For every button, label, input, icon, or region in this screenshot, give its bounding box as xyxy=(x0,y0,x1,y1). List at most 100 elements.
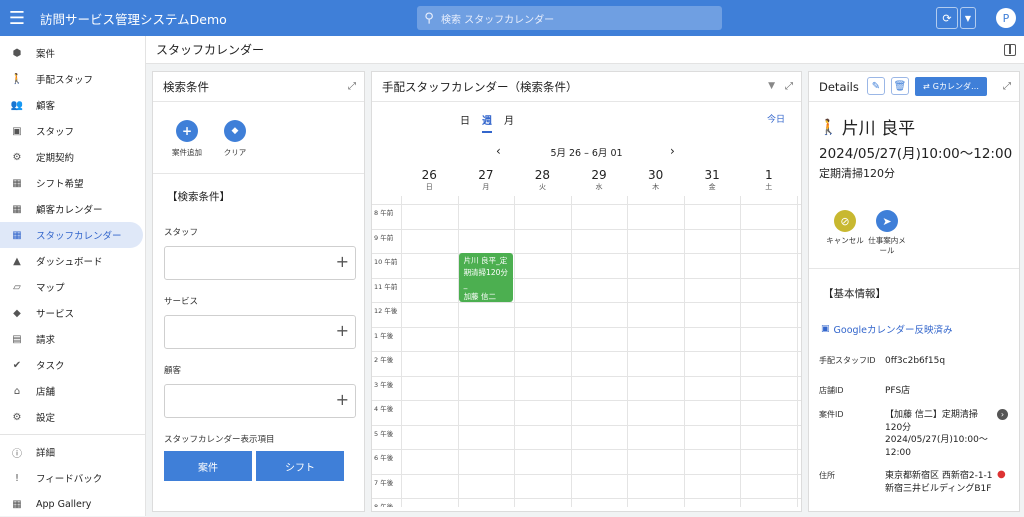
case-id-value[interactable]: 【加藤 信二】定期清掃120分 2024/05/27(月)10:00～12:00 xyxy=(885,409,995,459)
hour-row: 5 午後 xyxy=(372,424,801,450)
sidebar-item[interactable]: ▦ シフト希望 xyxy=(0,170,145,196)
hour-label: 1 午後 xyxy=(374,331,394,340)
edit-icon[interactable]: ✎ xyxy=(867,77,885,95)
expand-icon[interactable]: ⤢ xyxy=(348,81,356,92)
calendar-star-icon: ▦ xyxy=(12,177,22,189)
sidebar-item[interactable]: ▣ スタッフ xyxy=(0,118,145,144)
day-header-row: 26 日 27 月 28 火 29 水 30 木 31 金 1 土 xyxy=(401,168,797,192)
add-customer-icon[interactable]: + xyxy=(336,390,349,409)
sidebar-item[interactable]: ⚙ 設定 xyxy=(0,404,145,430)
job-mail-button[interactable]: ➤ 仕事案内メール xyxy=(857,210,917,256)
section-heading: 【検索条件】 xyxy=(167,191,230,203)
avatar[interactable]: P xyxy=(996,8,1016,28)
staff-field[interactable]: + xyxy=(164,246,356,280)
details-panel: Details ✎ 🗑 ⇄ Gカレンダ… ⤢ 🚶 片川 良平 2024/05/2… xyxy=(808,71,1020,512)
case-toggle-button[interactable]: 案件 xyxy=(164,451,252,481)
filter-icon[interactable]: ▼ xyxy=(768,81,775,91)
date-range: 5月 26 – 6月 01 xyxy=(550,148,623,159)
day-header[interactable]: 26 日 xyxy=(401,168,458,192)
sidebar-item[interactable]: ⬢ 案件 xyxy=(0,40,145,66)
feedback-icon: ! xyxy=(14,472,19,484)
cube-icon: ⬢ xyxy=(12,47,22,59)
top-app-bar: ☰ 訪問サービス管理システムDemo ⚲ 検索 スタッフカレンダー ⟳ ▼ P xyxy=(0,0,1024,36)
delete-icon[interactable]: 🗑 xyxy=(891,77,909,95)
add-service-icon[interactable]: + xyxy=(336,321,349,340)
sidebar: ⬢ 案件 🚶 手配スタッフ 👥 顧客 ▣ スタッフ ⚙ 定期契約 ▦ シフト希望 ▦ 顧客カレンダー ▦ スタ… xyxy=(0,36,146,516)
prev-week-icon[interactable]: ‹ xyxy=(496,144,501,158)
sidebar-item[interactable]: ⌂ 店舗 xyxy=(0,378,145,404)
customer-field[interactable]: + xyxy=(164,384,356,418)
page-header: スタッフカレンダー xyxy=(146,36,1024,64)
service-field[interactable]: + xyxy=(164,315,356,349)
store-id-key: 店舗ID xyxy=(819,386,844,395)
day-header[interactable]: 29 水 xyxy=(571,168,628,192)
add-case-button[interactable]: + 案件追加 xyxy=(163,120,211,158)
address-value: 東京都新宿区 西新宿2-1-1 新宿三井ビルディングB1F xyxy=(885,471,993,494)
cancel-icon: ⊘ xyxy=(834,210,856,232)
sync-arrows-icon: ⇄ xyxy=(923,82,930,91)
day-header[interactable]: 30 木 xyxy=(627,168,684,192)
sidebar-item[interactable]: ⓘ 詳細 xyxy=(0,439,145,465)
sidebar-item[interactable]: ⚙ 定期契約 xyxy=(0,144,145,170)
clear-button[interactable]: ◆ クリア xyxy=(211,120,259,158)
day-header[interactable]: 28 火 xyxy=(514,168,571,192)
map-icon: ▱ xyxy=(13,281,21,293)
sidebar-item[interactable]: ▦ 顧客カレンダー xyxy=(0,196,145,222)
day-number: 26 xyxy=(421,168,437,182)
day-column-line xyxy=(627,196,629,507)
tab-0[interactable]: 日 xyxy=(460,112,470,133)
event-text: 加藤 信二 xyxy=(463,292,496,301)
calendar-event[interactable]: 片川 良平_定 期清掃120分_ 加藤 信二 xyxy=(458,253,514,302)
search-placeholder: 検索 スタッフカレンダー xyxy=(441,14,555,26)
sidebar-item[interactable]: ! フィードバック xyxy=(0,465,145,491)
expand-icon[interactable]: ⤢ xyxy=(1003,81,1011,92)
sidebar-item-label: 設定 xyxy=(36,413,56,424)
sidebar-item[interactable]: 👥 顧客 xyxy=(0,92,145,118)
event-text: 片川 良平_定 xyxy=(463,256,508,265)
layout-toggle-icon[interactable] xyxy=(1004,44,1016,56)
bike-icon: ⚙ xyxy=(12,151,22,163)
chevron-right-icon[interactable]: › xyxy=(997,409,1008,420)
search-input[interactable]: ⚲ 検索 スタッフカレンダー xyxy=(417,6,722,30)
google-calendar-button[interactable]: ⇄ Gカレンダ… xyxy=(915,77,987,96)
hamburger-menu-icon[interactable]: ☰ xyxy=(0,0,34,36)
next-week-icon[interactable]: › xyxy=(670,144,675,158)
day-header[interactable]: 31 金 xyxy=(684,168,741,192)
tab-2[interactable]: 月 xyxy=(504,112,514,133)
hour-row: 4 午後 xyxy=(372,400,801,425)
hour-row: 9 午前 xyxy=(372,228,801,254)
shift-toggle-button[interactable]: シフト xyxy=(256,451,344,481)
day-weekday: 土 xyxy=(765,183,773,191)
day-header[interactable]: 27 月 xyxy=(458,168,515,192)
tab-1[interactable]: 週 xyxy=(482,112,492,133)
store-icon: ⌂ xyxy=(13,385,21,397)
tag-icon: ◆ xyxy=(13,307,21,319)
time-grid[interactable]: 8 午前 9 午前 10 午前 11 午前 12 午後 1 午後 2 午後 3 午後 4 午後 5… xyxy=(372,196,801,507)
day-column-line xyxy=(797,196,798,507)
sidebar-item[interactable]: ◆ サービス xyxy=(0,300,145,326)
map-pin-icon[interactable]: ● xyxy=(997,469,1006,480)
sidebar-item[interactable]: ▦ スタッフカレンダー xyxy=(0,222,143,248)
expand-icon[interactable]: ⤢ xyxy=(785,81,793,92)
add-staff-icon[interactable]: + xyxy=(336,252,349,271)
sidebar-item[interactable]: ▤ 請求 xyxy=(0,326,145,352)
case-id-key: 案件ID xyxy=(819,410,844,419)
hour-label: 8 午後 xyxy=(374,503,394,507)
sidebar-item[interactable]: ▱ マップ xyxy=(0,274,145,300)
sync-icon[interactable]: ⟳ xyxy=(936,7,958,29)
sidebar-item-label: マップ xyxy=(36,283,65,294)
dropdown-arrow-icon[interactable]: ▼ xyxy=(960,7,976,29)
sidebar-item-label: 請求 xyxy=(36,335,56,346)
day-weekday: 火 xyxy=(538,183,546,191)
sidebar-item[interactable]: ▦ App Gallery xyxy=(0,491,145,517)
day-header[interactable]: 1土 xyxy=(740,168,797,192)
today-button[interactable]: 今日 xyxy=(767,112,785,125)
sidebar-item[interactable]: 🚶 手配スタッフ xyxy=(0,66,145,92)
staff-id-value: 0ff3c2b6f15q xyxy=(885,356,946,366)
search-icon: ⚲ xyxy=(424,10,434,26)
sidebar-item[interactable]: ✔ タスク xyxy=(0,352,145,378)
google-calendar-status[interactable]: ▣ Googleカレンダー反映済み xyxy=(821,322,953,336)
sidebar-item[interactable]: ▲ ダッシュボード xyxy=(0,248,145,274)
hour-row: 3 午後 xyxy=(372,375,801,401)
calendar-check-icon: ▣ xyxy=(821,324,830,334)
